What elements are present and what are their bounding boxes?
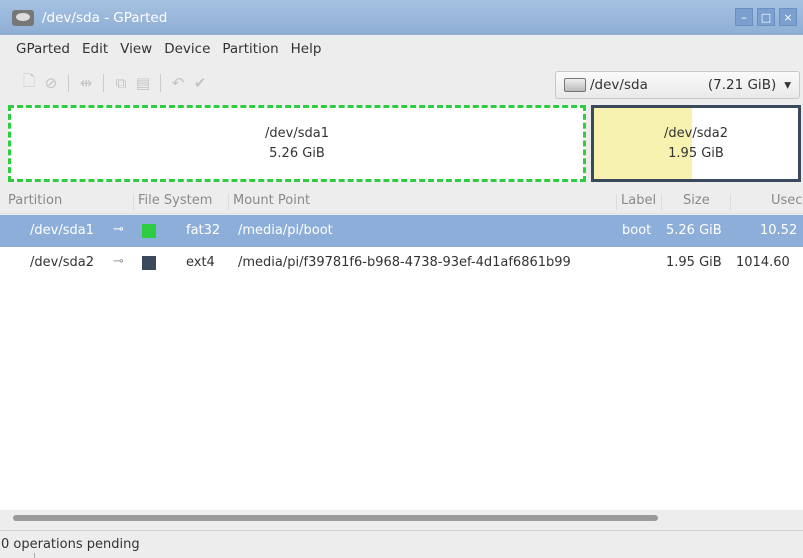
menu-edit[interactable]: Edit <box>82 41 108 57</box>
menu-device[interactable]: Device <box>164 41 210 57</box>
column-separator <box>661 194 662 210</box>
column-mountpoint[interactable]: Mount Point <box>233 193 310 208</box>
column-label[interactable]: Label <box>621 193 656 208</box>
window-title: /dev/sda - GParted <box>42 9 168 26</box>
diskmap-partition-name: /dev/sda2 <box>664 125 728 141</box>
diskmap-partition-sda2[interactable]: /dev/sda2 1.95 GiB <box>591 105 801 182</box>
close-button[interactable]: × <box>779 8 797 26</box>
cell-mountpoint: /media/pi/boot <box>238 223 333 238</box>
column-partition[interactable]: Partition <box>8 193 62 208</box>
disk-map: /dev/sda1 5.26 GiB /dev/sda2 1.95 GiB <box>8 105 803 182</box>
filesystem-color-swatch <box>142 256 156 270</box>
paste-icon[interactable]: ▤ <box>132 74 154 92</box>
hard-disk-icon <box>564 78 586 92</box>
table-row[interactable]: /dev/sda2 ⊸ ext4 /media/pi/f39781f6-b968… <box>0 247 803 279</box>
partition-table: /dev/sda1 ⊸ fat32 /media/pi/boot boot 5.… <box>0 215 803 510</box>
chevron-down-icon: ▾ <box>784 77 791 93</box>
resize-icon[interactable]: ⇹ <box>75 74 97 92</box>
menu-bar: GParted Edit View Device Partition Help <box>0 35 803 63</box>
column-separator <box>228 194 229 210</box>
cell-partition: /dev/sda2 <box>30 255 94 270</box>
column-filesystem[interactable]: File System <box>138 193 212 208</box>
cell-partition: /dev/sda1 <box>30 223 94 238</box>
title-bar: /dev/sda - GParted – □ × <box>0 0 803 35</box>
status-text: 0 operations pending <box>1 537 140 552</box>
toolbar-separator <box>103 74 104 92</box>
delete-icon[interactable]: ⊘ <box>40 74 62 92</box>
toolbar-separator <box>160 74 161 92</box>
cell-used: 1014.60 <box>736 255 790 270</box>
column-separator <box>616 194 617 210</box>
column-used[interactable]: Usec <box>771 193 802 208</box>
copy-icon[interactable]: ⧉ <box>110 74 132 92</box>
menu-help[interactable]: Help <box>291 41 322 57</box>
table-row[interactable]: /dev/sda1 ⊸ fat32 /media/pi/boot boot 5.… <box>0 215 803 247</box>
key-icon: ⊸ <box>113 254 124 269</box>
cell-size: 5.26 GiB <box>666 223 722 238</box>
key-icon: ⊸ <box>113 222 124 237</box>
menu-gparted[interactable]: GParted <box>16 41 70 57</box>
device-size: (7.21 GiB) <box>707 77 777 93</box>
cell-filesystem: fat32 <box>186 223 221 238</box>
device-selector[interactable]: /dev/sda (7.21 GiB) ▾ <box>555 71 800 99</box>
column-separator <box>133 194 134 210</box>
apply-icon[interactable]: ✔ <box>189 74 211 92</box>
toolbar-separator <box>68 74 69 92</box>
disk-app-icon <box>12 9 34 26</box>
cell-size: 1.95 GiB <box>666 255 722 270</box>
undo-icon[interactable]: ↶ <box>167 74 189 92</box>
new-icon[interactable]: 🗋 <box>18 71 40 96</box>
cell-mountpoint: /media/pi/f39781f6-b968-4738-93ef-4d1af6… <box>238 255 571 270</box>
minimize-button[interactable]: – <box>735 8 753 26</box>
status-divider <box>34 553 35 558</box>
column-separator <box>730 194 731 210</box>
status-bar: 0 operations pending <box>0 530 803 558</box>
cell-used: 10.52 <box>760 223 798 238</box>
diskmap-partition-sda1[interactable]: /dev/sda1 5.26 GiB <box>8 105 586 182</box>
device-name: /dev/sda <box>590 77 648 93</box>
horizontal-scrollbar[interactable] <box>13 515 658 521</box>
column-size[interactable]: Size <box>683 193 710 208</box>
menu-view[interactable]: View <box>120 41 152 57</box>
menu-partition[interactable]: Partition <box>222 41 278 57</box>
cell-label: boot <box>622 223 652 238</box>
window-controls: – □ × <box>735 8 797 26</box>
diskmap-partition-name: /dev/sda1 <box>265 125 329 141</box>
cell-filesystem: ext4 <box>186 255 215 270</box>
diskmap-partition-size: 1.95 GiB <box>668 145 724 161</box>
diskmap-partition-size: 5.26 GiB <box>269 145 325 161</box>
maximize-button[interactable]: □ <box>757 8 775 26</box>
filesystem-color-swatch <box>142 224 156 238</box>
partition-table-header: Partition File System Mount Point Label … <box>0 190 803 214</box>
